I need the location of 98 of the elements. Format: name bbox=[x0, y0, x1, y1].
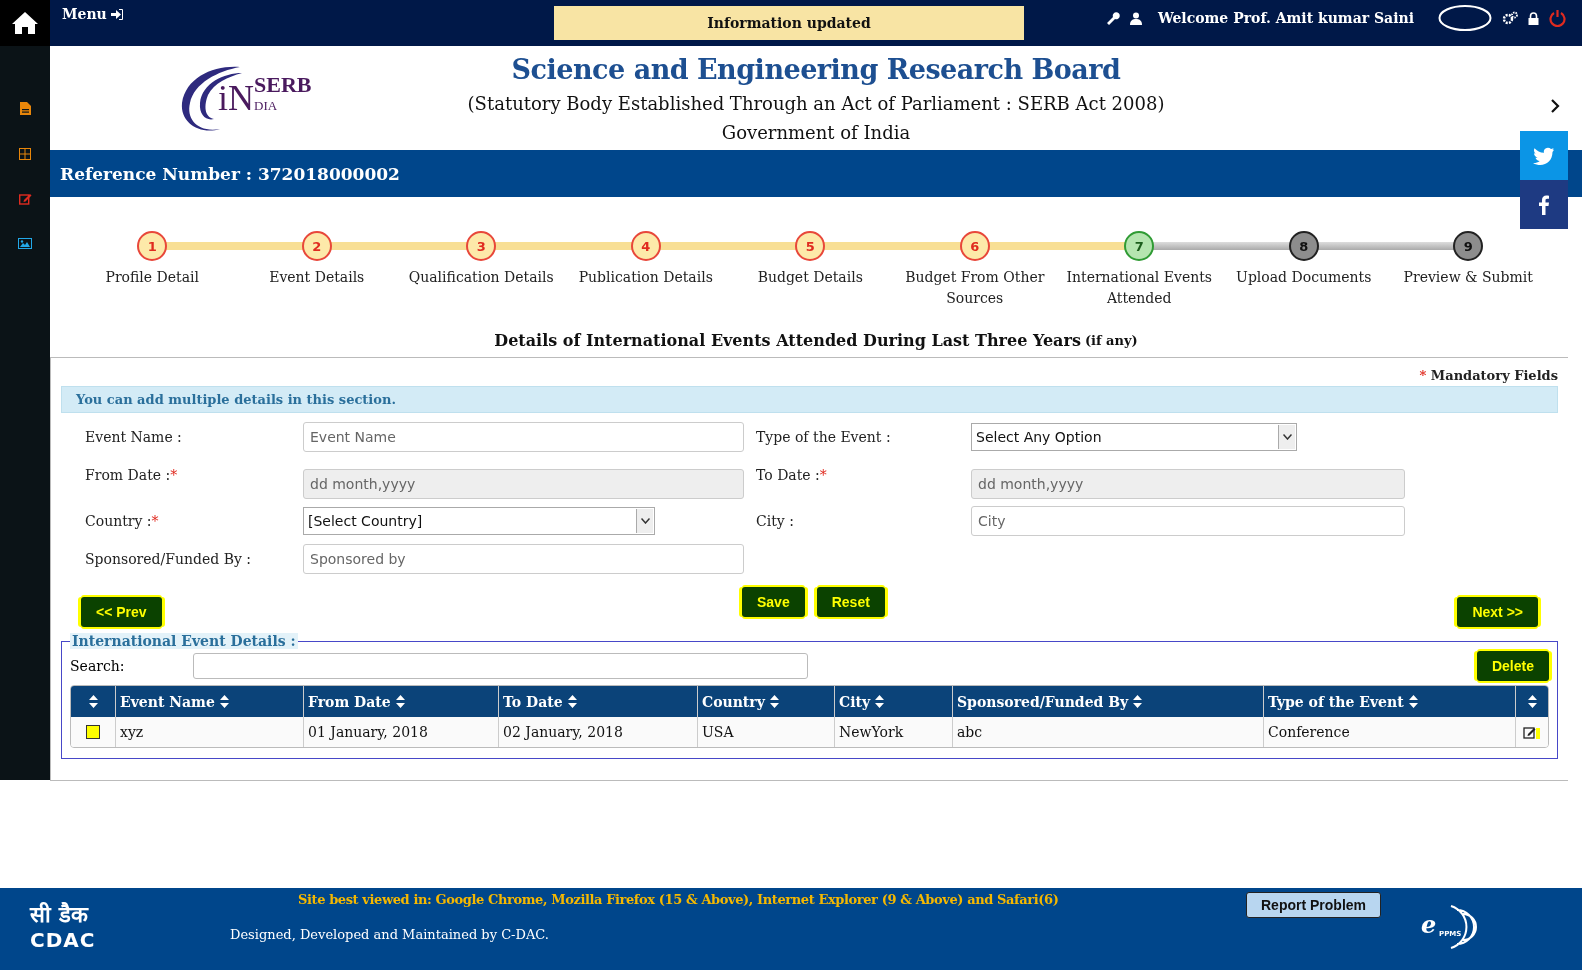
bird-icon bbox=[1533, 146, 1555, 165]
table-cell: 01 January, 2018 bbox=[303, 717, 498, 747]
step-number[interactable]: 4 bbox=[630, 231, 661, 261]
table-cell: 02 January, 2018 bbox=[498, 717, 697, 747]
step-number[interactable]: 6 bbox=[959, 231, 990, 261]
column-header[interactable] bbox=[71, 686, 115, 717]
select-dropdown[interactable]: [Select Country] bbox=[303, 507, 655, 535]
settings-icon[interactable] bbox=[1502, 11, 1518, 25]
column-header[interactable]: Country bbox=[697, 686, 834, 717]
credit-text: Designed, Developed and Maintained by C-DAC. bbox=[230, 927, 550, 942]
table-cell: xyz bbox=[115, 717, 303, 747]
sort-icon[interactable] bbox=[1133, 695, 1143, 708]
field-label: Type of the Event : bbox=[756, 428, 892, 447]
notice-banner: Information updated bbox=[554, 6, 1024, 40]
user-icon[interactable] bbox=[1129, 11, 1142, 25]
fieldset-legend: International Event Details : bbox=[70, 633, 298, 649]
chevron-right-icon[interactable] bbox=[1550, 98, 1560, 114]
row-checkbox[interactable] bbox=[86, 725, 100, 739]
field-label: City : bbox=[756, 512, 795, 531]
table-cell: NewYork bbox=[834, 717, 952, 747]
sort-icon[interactable] bbox=[1408, 695, 1418, 708]
wrench-icon[interactable] bbox=[1105, 11, 1120, 25]
edit-icon[interactable] bbox=[1523, 725, 1541, 739]
board-title: Science and Engineering Research Board bbox=[511, 54, 1121, 85]
report-problem-button[interactable]: Report Problem bbox=[1246, 892, 1381, 918]
step-label[interactable]: Preview & Submit bbox=[1393, 267, 1544, 288]
step-label[interactable]: Profile Detail bbox=[77, 267, 228, 288]
step-label[interactable]: Publication Details bbox=[570, 267, 721, 288]
cdac-logo: सी डैक CDAC bbox=[30, 901, 97, 952]
info-banner: You can add multiple details in this section. bbox=[61, 386, 1558, 413]
date-field[interactable]: dd month,yyyy bbox=[303, 469, 744, 499]
search-label: Search: bbox=[70, 658, 126, 674]
sort-icon[interactable] bbox=[395, 695, 405, 708]
column-header[interactable] bbox=[1515, 686, 1548, 717]
mandatory-note: * Mandatory Fields bbox=[1418, 368, 1558, 383]
reset-button[interactable]: Reset bbox=[816, 587, 885, 617]
column-header[interactable]: Sponsored/Funded By bbox=[952, 686, 1263, 717]
column-header[interactable]: To Date bbox=[498, 686, 697, 717]
reference-number: Reference Number : 372018000002 bbox=[60, 163, 400, 184]
table-cell: Conference bbox=[1263, 717, 1515, 747]
section-title: Details of International Events Attended During Last Three Years (if any) bbox=[493, 329, 1139, 352]
field-label: From Date :* bbox=[85, 466, 179, 485]
next-button[interactable]: Next >> bbox=[1457, 597, 1538, 627]
facebook-button[interactable] bbox=[1520, 180, 1568, 229]
select-dropdown[interactable]: Select Any Option bbox=[971, 423, 1297, 451]
step-label[interactable]: Upload Documents bbox=[1228, 267, 1379, 288]
power-icon[interactable] bbox=[1549, 9, 1566, 27]
step-label[interactable]: International Events Attended bbox=[1064, 267, 1215, 309]
menu-button[interactable]: Menu bbox=[62, 0, 123, 22]
step-label[interactable]: Budget From Other Sources bbox=[899, 267, 1050, 309]
field-label: Event Name : bbox=[85, 428, 183, 447]
column-header[interactable]: City bbox=[834, 686, 952, 717]
home-icon[interactable] bbox=[11, 11, 39, 35]
sort-icon[interactable] bbox=[567, 695, 577, 708]
column-header[interactable]: From Date bbox=[303, 686, 498, 717]
text-field[interactable]: City bbox=[971, 506, 1405, 536]
board-subtitle: (Statutory Body Established Through an Act of Parliament : SERB Act 2008) bbox=[467, 93, 1165, 114]
caret-icon bbox=[1282, 434, 1292, 440]
step-number[interactable]: 1 bbox=[137, 231, 168, 261]
browser-note: Site best viewed in: Google Chrome, Mozilla Firefox (15 & Above), Internet Explorer (9 & Above) and Safari(6) bbox=[298, 892, 1060, 907]
step-number[interactable]: 5 bbox=[795, 231, 826, 261]
prev-button[interactable]: << Prev bbox=[81, 597, 162, 627]
date-field[interactable]: dd month,yyyy bbox=[971, 469, 1405, 499]
step-number[interactable]: 7 bbox=[1124, 231, 1155, 261]
sort-icon[interactable] bbox=[1527, 695, 1537, 708]
field-label: To Date :* bbox=[756, 466, 828, 485]
search-field[interactable] bbox=[193, 653, 808, 679]
oval-icon bbox=[1438, 4, 1492, 32]
sort-icon[interactable] bbox=[875, 695, 885, 708]
step-number[interactable]: 3 bbox=[466, 231, 497, 261]
table-cell: USA bbox=[697, 717, 834, 747]
delete-button[interactable]: Delete bbox=[1476, 651, 1549, 681]
lock-icon[interactable] bbox=[1528, 11, 1539, 25]
field-label: Sponsored/Funded By : bbox=[85, 550, 253, 569]
table-cell: abc bbox=[952, 717, 1263, 747]
document-icon[interactable] bbox=[19, 102, 31, 115]
sort-icon[interactable] bbox=[219, 695, 229, 708]
step-label[interactable]: Event Details bbox=[241, 267, 392, 288]
step-label[interactable]: Budget Details bbox=[735, 267, 886, 288]
step-label[interactable]: Qualification Details bbox=[406, 267, 557, 288]
save-button[interactable]: Save bbox=[742, 587, 805, 617]
sort-icon[interactable] bbox=[769, 695, 779, 708]
welcome-text: Welcome Prof. Amit kumar Saini bbox=[1157, 10, 1414, 26]
column-header[interactable]: Event Name bbox=[115, 686, 303, 717]
sort-icon[interactable] bbox=[88, 695, 98, 708]
government-text: Government of India bbox=[721, 122, 911, 143]
caret-icon bbox=[640, 518, 650, 524]
table-icon[interactable] bbox=[19, 148, 31, 160]
image-icon[interactable] bbox=[18, 238, 32, 249]
text-field[interactable]: Sponsored by bbox=[303, 544, 744, 574]
sign-in-icon bbox=[110, 8, 123, 20]
text-field[interactable]: Event Name bbox=[303, 422, 744, 452]
step-number[interactable]: 2 bbox=[301, 231, 332, 261]
step-number[interactable]: 9 bbox=[1453, 231, 1484, 261]
field-label: Country :* bbox=[85, 512, 160, 531]
column-header[interactable]: Type of the Event bbox=[1263, 686, 1515, 717]
letter-f-icon bbox=[1539, 194, 1549, 215]
step-number[interactable]: 8 bbox=[1288, 231, 1319, 261]
